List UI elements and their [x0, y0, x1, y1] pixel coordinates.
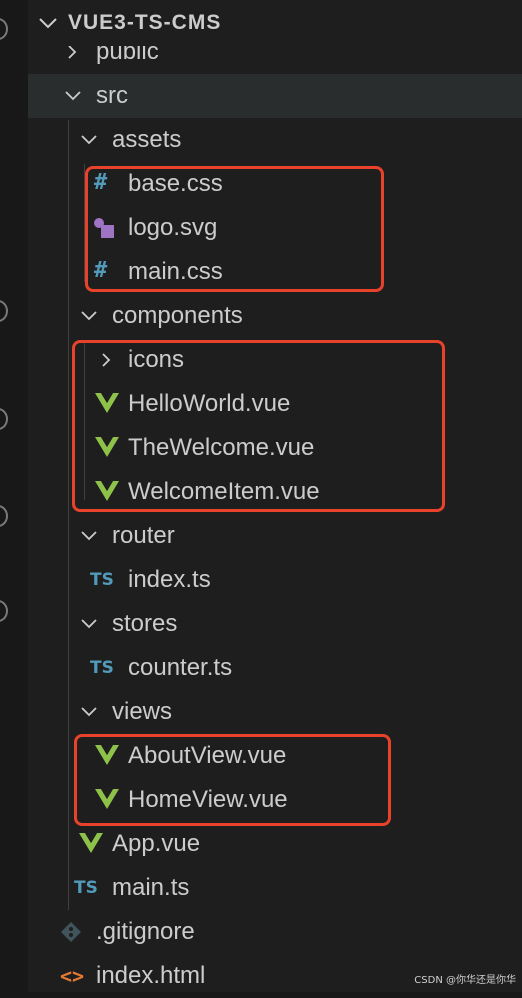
chevron-down-icon [39, 18, 57, 29]
tree-folder-stores[interactable]: stores [28, 602, 522, 646]
tree-folder-router[interactable]: router [28, 514, 522, 558]
tree-label: main.ts [112, 874, 190, 901]
tree-file-main-ts[interactable]: TS main.ts [28, 866, 522, 910]
activity-icon[interactable] [0, 408, 8, 430]
activity-bar [0, 0, 28, 992]
tree-file-app-vue[interactable]: App.vue [28, 822, 522, 866]
ts-file-icon: TS [74, 878, 98, 898]
file-tree: public src assets # base.css logo.svg # … [28, 0, 522, 992]
chevron-down-icon [81, 135, 97, 145]
explorer-panel: public src assets # base.css logo.svg # … [28, 0, 522, 992]
ts-file-icon: TS [90, 658, 114, 678]
html-file-icon: <> [60, 964, 85, 988]
chevron-right-icon [68, 45, 77, 59]
tree-folder-views[interactable]: views [28, 690, 522, 734]
tree-label: router [112, 522, 175, 549]
chevron-down-icon [81, 311, 97, 321]
tree-label: src [96, 82, 128, 109]
tree-label: index.ts [128, 566, 211, 593]
vue-file-icon [79, 833, 103, 853]
chevron-down-icon [81, 531, 97, 541]
highlight-box-views [74, 734, 391, 826]
activity-icon[interactable] [0, 300, 8, 322]
highlight-box-components [72, 340, 445, 512]
git-diamond-icon [61, 922, 81, 942]
tree-label: views [112, 698, 173, 725]
highlight-box-assets [85, 166, 384, 292]
tree-file-router-index-ts[interactable]: TS index.ts [28, 558, 522, 602]
chevron-down-icon [81, 619, 97, 629]
activity-icon[interactable] [0, 18, 8, 40]
tree-folder-src[interactable]: src [28, 74, 522, 118]
tree-folder-components[interactable]: components [28, 294, 522, 338]
tree-label: App.vue [112, 830, 201, 857]
tree-label: .gitignore [96, 918, 195, 945]
tree-label: components [112, 302, 243, 329]
tree-label: counter.ts [128, 654, 233, 681]
tree-label: stores [112, 610, 178, 637]
activity-icon[interactable] [0, 600, 8, 622]
tree-label: index.html [96, 962, 206, 989]
tree-label: assets [112, 126, 182, 153]
project-title: VUE3-TS-CMS [68, 11, 222, 34]
activity-icon[interactable] [0, 505, 8, 527]
watermark: CSDN @你华还是你华 [414, 975, 516, 986]
tree-file-counter-ts[interactable]: TS counter.ts [28, 646, 522, 690]
ts-file-icon: TS [90, 570, 114, 590]
chevron-down-icon [81, 707, 97, 717]
tree-file-gitignore[interactable]: .gitignore [28, 910, 522, 954]
explorer-section-header[interactable]: VUE3-TS-CMS [28, 0, 522, 46]
chevron-down-icon [65, 91, 81, 101]
tree-folder-assets[interactable]: assets [28, 118, 522, 162]
